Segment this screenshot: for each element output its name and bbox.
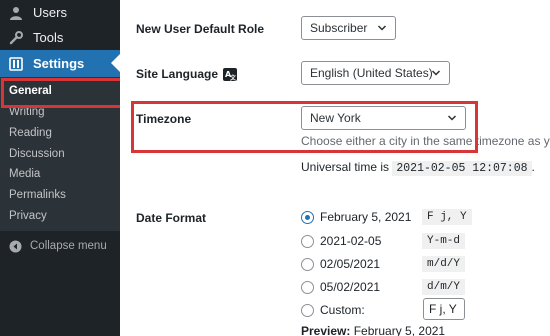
site-language-value: English (United States) [310,66,433,80]
universal-time-value: 2021-02-05 12:07:08 [392,161,532,176]
universal-time: Universal time is 2021-02-05 12:07:08. [301,160,535,176]
translation-icon: A文 [223,67,238,82]
date-format-option[interactable]: 05/02/2021 [301,277,380,297]
date-format-code: d/m/Y [422,279,466,295]
highlight-box-timezone [131,101,478,153]
admin-sidebar: Users Tools Settings General Writing Rea… [0,0,123,336]
date-format-label: Date Format [136,211,206,225]
collapse-menu-button[interactable]: Collapse menu [9,237,107,255]
users-icon [9,6,23,20]
chevron-down-icon [431,70,441,76]
sidebar-item-label: Settings [33,56,85,71]
custom-format-label: Custom: [320,303,365,317]
universal-time-suffix: . [531,160,535,174]
date-format-code: Y-m-d [422,233,466,249]
radio-button[interactable] [301,234,314,248]
date-format-label-text: Date Format [136,211,207,225]
radio-button[interactable] [301,257,314,271]
chevron-down-icon [377,25,387,31]
date-format-option-label: February 5, 2021 [320,210,412,224]
sidebar-item-label: Tools [33,30,64,45]
site-language-label: Site Language A文 [136,67,238,82]
sidebar-item-label: Users [33,5,67,20]
default-role-label: New User Default Role [136,22,265,36]
submenu-item-privacy[interactable]: Privacy [9,207,47,225]
default-role-select[interactable]: Subscriber [301,16,396,40]
date-format-option-label: 05/02/2021 [320,280,381,294]
preview-value: February 5, 2021 [353,324,446,336]
sidebar-item-tools[interactable]: Tools [0,25,120,50]
site-language-label-text: Site Language [136,67,219,81]
site-language-select[interactable]: English (United States) [301,61,450,85]
universal-time-label: Universal time is [301,160,390,174]
collapse-menu-label: Collapse menu [30,240,107,252]
submenu-item-permalinks[interactable]: Permalinks [9,186,66,204]
date-format-preview: Preview: February 5, 2021 [301,324,445,336]
radio-button-checked[interactable] [301,210,314,224]
date-format-option[interactable]: February 5, 2021 [301,207,411,227]
settings-main: New User Default Role Subscriber Site La… [120,0,550,336]
submenu-item-reading[interactable]: Reading [9,124,52,142]
date-format-option-custom[interactable]: Custom: [301,300,365,320]
radio-button[interactable] [301,303,314,317]
current-menu-notch [111,54,120,72]
date-format-option-label: 2021-02-05 [320,234,382,248]
settings-icon [9,56,23,71]
highlight-box-general [1,78,123,108]
default-role-value: Subscriber [310,21,368,35]
collapse-icon [9,240,22,253]
sidebar-item-users[interactable]: Users [0,0,120,25]
radio-button[interactable] [301,280,314,294]
submenu-item-discussion[interactable]: Discussion [9,145,65,163]
date-format-code: F j, Y [422,209,472,225]
wrench-icon [9,30,23,45]
date-format-code: m/d/Y [422,256,466,272]
custom-format-input[interactable]: F j, Y [423,298,465,320]
preview-label: Preview: [301,324,351,336]
date-format-option-label: 02/05/2021 [320,257,381,271]
sidebar-item-settings[interactable]: Settings [0,50,120,77]
submenu-item-media[interactable]: Media [9,165,40,183]
svg-text:文: 文 [229,74,237,81]
date-format-option[interactable]: 02/05/2021 [301,254,380,274]
date-format-option[interactable]: 2021-02-05 [301,231,381,251]
